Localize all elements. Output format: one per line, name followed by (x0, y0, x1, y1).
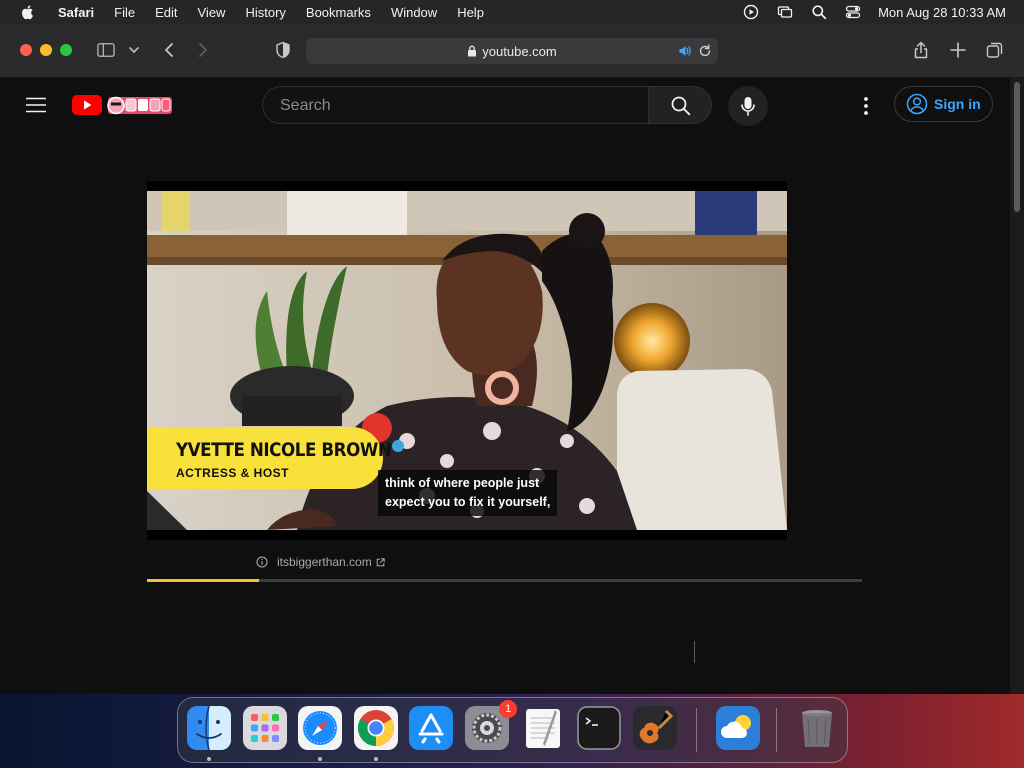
menu-file[interactable]: File (114, 5, 135, 20)
reload-icon[interactable] (698, 44, 712, 58)
video-progress-fill (147, 579, 260, 582)
video-progress-bar[interactable] (147, 579, 862, 582)
search-input[interactable] (278, 96, 632, 116)
dock-garageband[interactable] (633, 706, 677, 750)
address-bar[interactable]: youtube.com (306, 38, 718, 64)
menu-window[interactable]: Window (391, 5, 437, 20)
privacy-shield-icon[interactable] (274, 41, 292, 59)
account-icon (906, 93, 928, 115)
apple-menu-icon[interactable] (20, 4, 36, 20)
dock-trash[interactable] (795, 706, 839, 750)
guitar-icon (633, 706, 677, 750)
search-icon (671, 96, 691, 116)
zoom-window-button[interactable] (60, 44, 72, 56)
dock-separator (776, 708, 777, 752)
menu-edit[interactable]: Edit (155, 5, 177, 20)
dock-launchpad[interactable] (243, 706, 287, 750)
menu-help[interactable]: Help (457, 5, 484, 20)
video-player[interactable]: YVETTE NICOLE BROWN ACTRESS & HOST think… (147, 181, 787, 540)
caption-line: think of where people just (385, 476, 540, 490)
hamburger-menu-icon[interactable] (26, 97, 46, 113)
page-scrollbar[interactable] (1010, 78, 1024, 694)
terminal-icon (577, 706, 621, 750)
dock-terminal[interactable] (577, 706, 621, 750)
search-button[interactable] (648, 86, 712, 124)
safari-compass-icon (298, 706, 342, 750)
audio-playing-icon[interactable] (678, 44, 692, 58)
speaker-role: ACTRESS & HOST (176, 466, 290, 480)
menu-app-name[interactable]: Safari (58, 5, 94, 20)
chevron-down-icon[interactable] (128, 41, 140, 59)
dock-safari[interactable] (298, 706, 342, 750)
menu-view[interactable]: View (198, 5, 226, 20)
youtube-header: Sign in (0, 78, 1010, 134)
forward-icon[interactable] (194, 41, 212, 59)
menu-bar: Safari File Edit View History Bookmarks … (0, 0, 1024, 24)
chrome-icon (354, 706, 398, 750)
safari-toolbar: youtube.com (0, 24, 1024, 78)
running-indicator (207, 757, 211, 761)
spotlight-search-icon[interactable] (811, 4, 827, 20)
control-center-icon[interactable] (845, 4, 861, 20)
app-store-icon (409, 706, 453, 750)
more-options-icon[interactable] (858, 95, 874, 117)
speaker-name: YVETTE NICOLE BROWN (176, 439, 392, 461)
share-icon[interactable] (912, 41, 930, 59)
minimize-window-button[interactable] (40, 44, 52, 56)
info-link-row[interactable]: itsbiggerthan.com (256, 555, 394, 569)
back-icon[interactable] (160, 41, 178, 59)
tab-overview-icon[interactable] (986, 41, 1004, 59)
trash-icon (802, 710, 832, 747)
menu-history[interactable]: History (245, 5, 285, 20)
dock-textedit[interactable] (521, 706, 565, 750)
lock-icon (468, 45, 477, 57)
microphone-icon (741, 97, 755, 116)
voice-search-button[interactable] (728, 86, 768, 126)
safari-window: youtube.com Search Sign in YVETTE NICOLE… (0, 24, 1024, 694)
external-link-icon (376, 557, 385, 566)
running-indicator (318, 757, 322, 761)
scrollbar-thumb[interactable] (1014, 82, 1020, 212)
lower-third-banner: YVETTE NICOLE BROWN ACTRESS & HOST (147, 427, 392, 489)
sign-in-button[interactable]: Sign in (894, 86, 993, 122)
textedit-icon (526, 709, 560, 748)
new-tab-icon[interactable] (949, 41, 967, 59)
sidebar-icon[interactable] (97, 41, 115, 59)
video-captions: think of where people just expect you to… (378, 470, 558, 516)
dock-finder[interactable] (187, 705, 231, 751)
info-icon (256, 556, 268, 568)
menu-clock[interactable]: Mon Aug 28 10:33 AM (878, 5, 1006, 20)
youtube-page: Sign in (0, 78, 1010, 694)
finder-icon (187, 705, 231, 751)
dock-system-settings[interactable]: 1 (465, 700, 517, 750)
weather-icon (716, 706, 760, 750)
dock-separator (696, 708, 697, 752)
menu-bookmarks[interactable]: Bookmarks (306, 5, 371, 20)
screen-mirroring-icon[interactable] (777, 4, 793, 20)
dock-weather[interactable] (716, 706, 760, 750)
launchpad-icon (243, 706, 287, 750)
info-link-text[interactable]: itsbiggerthan.com (277, 555, 372, 569)
close-window-button[interactable] (20, 44, 32, 56)
dock-app-store[interactable] (409, 706, 453, 750)
youtube-doodle-logo[interactable] (72, 94, 174, 116)
sign-in-label: Sign in (934, 96, 981, 112)
url-text: youtube.com (482, 43, 557, 59)
caption-line: expect you to fix it yourself, (385, 495, 551, 509)
running-indicator (374, 757, 378, 761)
now-playing-icon[interactable] (743, 4, 759, 20)
dock-chrome[interactable] (354, 706, 398, 750)
text-cursor (694, 641, 695, 663)
search-box (262, 86, 648, 124)
dock: 1 (177, 697, 848, 763)
notification-badge: 1 (499, 700, 517, 718)
